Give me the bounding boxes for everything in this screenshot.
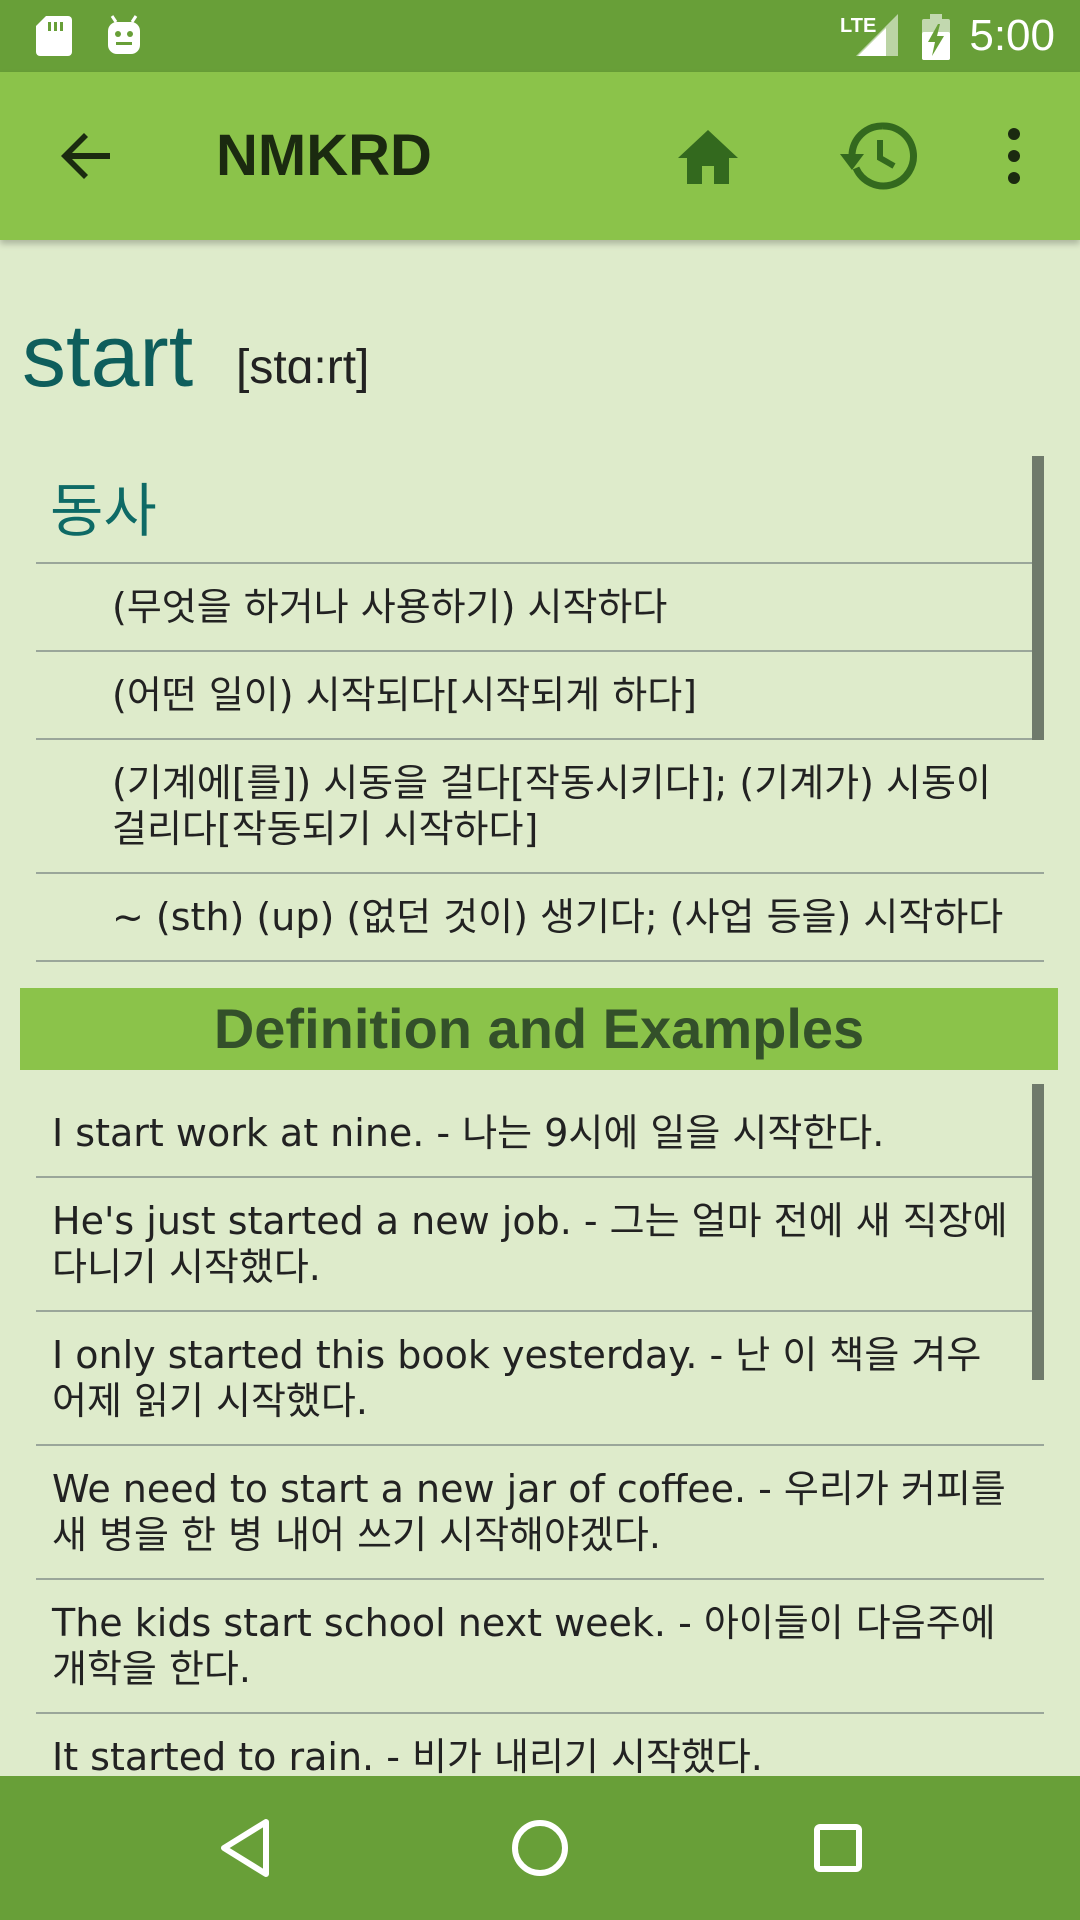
android-debug-icon (108, 15, 140, 54)
entry-content[interactable]: start [stɑ:rt] 동사 (무엇을 하거나 사용하기) 시작하다 (어… (0, 240, 1080, 1776)
network-label: LTE (840, 15, 876, 37)
meaning-item[interactable]: (기계에[를]) 시동을 걸다[작동시키다]; (기계가) 시동이 걸리다[작동… (36, 740, 1044, 874)
part-of-speech: 동사 (36, 456, 1044, 564)
example-item[interactable]: The kids start school next week. - 아이들이 … (36, 1580, 1044, 1714)
status-clock: 5:00 (969, 11, 1055, 60)
history-icon[interactable] (838, 116, 918, 196)
example-item[interactable]: I only started this book yesterday. - 난 … (36, 1312, 1044, 1446)
back-arrow-icon[interactable] (50, 120, 122, 192)
lte-signal-icon: LTE (840, 14, 898, 56)
meanings-scrollbar[interactable] (1032, 456, 1044, 740)
section-header-definitions: Definition and Examples (20, 988, 1058, 1070)
meaning-item[interactable]: (무엇을 하거나 사용하기) 시작하다 (36, 564, 1044, 652)
headword: start (22, 306, 194, 405)
home-icon[interactable] (672, 120, 744, 192)
nav-home-icon[interactable] (502, 1810, 578, 1886)
status-bar: LTE 5:00 (0, 0, 1080, 72)
system-nav-bar (0, 1776, 1080, 1920)
meaning-item[interactable]: ~ (sth) (up) (없던 것이) 생기다; (사업 등을) 시작하다 (36, 874, 1044, 962)
example-item[interactable]: We need to start a new jar of coffee. - … (36, 1446, 1044, 1580)
meaning-item[interactable]: (어떤 일이) 시작되다[시작되게 하다] (36, 652, 1044, 740)
example-item[interactable]: He's just started a new job. - 그는 얼마 전에 … (36, 1178, 1044, 1312)
example-item[interactable]: It started to rain. - 비가 내리기 시작했다. (36, 1714, 1044, 1776)
battery-charging-icon (922, 14, 950, 60)
nav-recents-icon[interactable] (800, 1810, 876, 1886)
nav-back-icon[interactable] (210, 1810, 286, 1886)
more-vert-icon[interactable] (994, 120, 1034, 192)
examples-list[interactable]: I start work at nine. - 나는 9시에 일을 시작한다. … (36, 1090, 1044, 1776)
sd-card-icon (36, 16, 72, 56)
app-title: NMKRD (216, 123, 432, 188)
example-item[interactable]: I start work at nine. - 나는 9시에 일을 시작한다. (36, 1090, 1044, 1178)
examples-scrollbar[interactable] (1032, 1084, 1044, 1380)
pronunciation: [stɑ:rt] (236, 341, 370, 394)
app-bar: NMKRD (0, 72, 1080, 240)
meanings-list[interactable]: 동사 (무엇을 하거나 사용하기) 시작하다 (어떤 일이) 시작되다[시작되게… (36, 456, 1044, 962)
